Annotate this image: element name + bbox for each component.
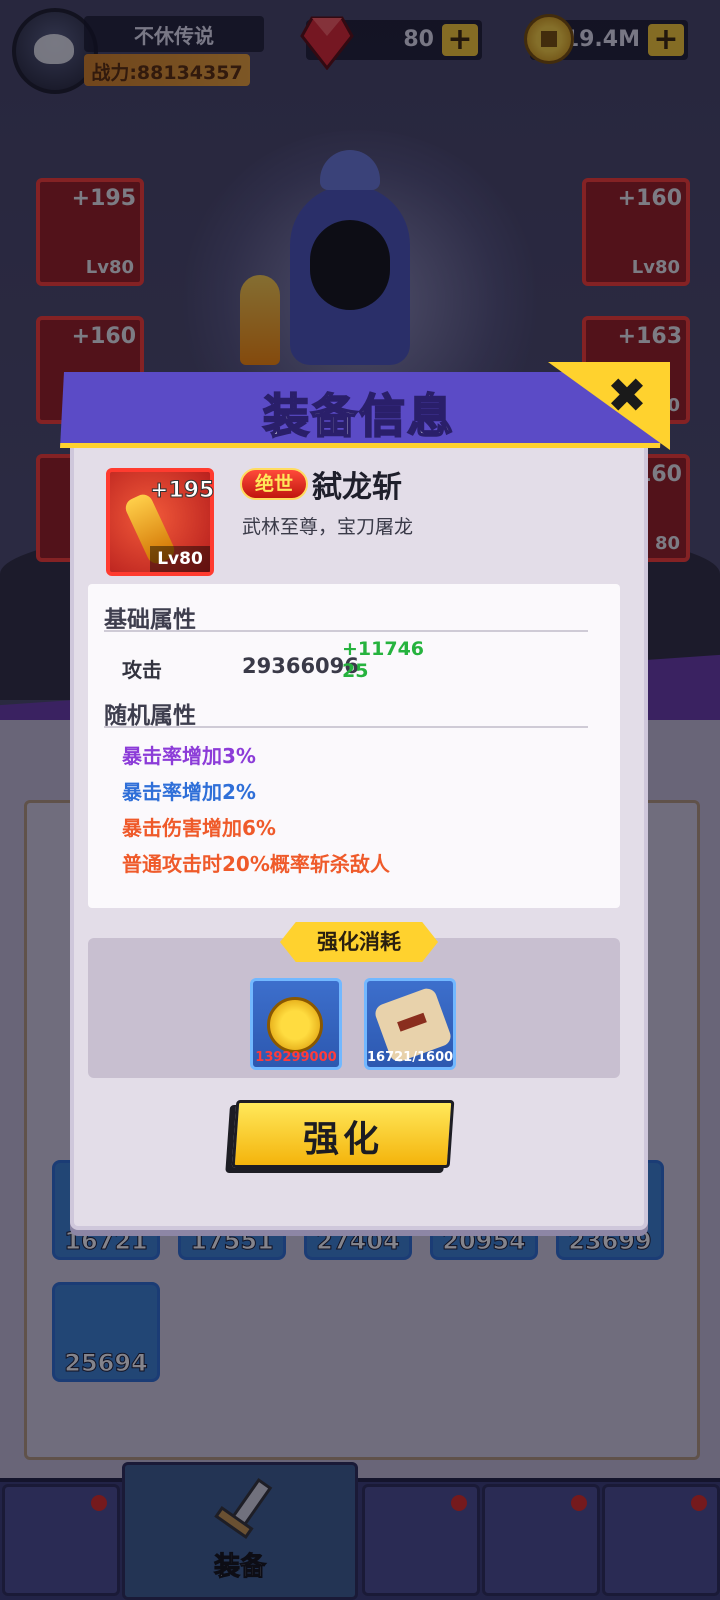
base-attributes-heading: 基础属性 <box>104 607 196 633</box>
divider <box>104 726 588 728</box>
item-description: 武林至尊，宝刀屠龙 <box>242 516 414 538</box>
random-attr: 暴击率增加2% <box>122 780 256 804</box>
attack-bonus: +1174625 <box>342 638 425 682</box>
item-name: 弑龙斩 <box>312 470 402 505</box>
scroll-cost-item[interactable]: 16721/1600 <box>364 978 456 1070</box>
item-icon: +195 Lv80 <box>106 468 215 576</box>
item-enhance-level: +195 <box>149 478 215 504</box>
random-attributes-heading: 随机属性 <box>104 703 196 729</box>
divider <box>104 630 588 632</box>
enhance-button-label: 强化 <box>302 1119 383 1160</box>
scroll-cost-amount: 16721/1600 <box>367 1050 454 1065</box>
gold-cost-amount: 139299000 <box>255 1050 337 1065</box>
random-attr: 暴击伤害增加6% <box>122 816 276 840</box>
random-attr: 暴击率增加3% <box>122 744 256 768</box>
equipment-info-dialog: 装备信息 ✖ +195 Lv80 绝世 弑龙斩 武林至尊，宝刀屠龙 基础属性 攻… <box>60 362 670 1230</box>
attack-label: 攻击 <box>122 658 162 682</box>
gold-cost-item[interactable]: 139299000 <box>250 978 342 1070</box>
gold-coins-icon <box>267 997 323 1053</box>
item-level: Lv80 <box>150 546 210 572</box>
enhance-cost-title: 强化消耗 <box>280 922 438 962</box>
dialog-title: 装备信息 <box>262 388 455 444</box>
rarity-badge: 绝世 <box>240 468 308 500</box>
random-attr: 普通攻击时20%概率斩杀敌人 <box>122 852 390 876</box>
close-button[interactable]: ✖ <box>602 372 652 422</box>
